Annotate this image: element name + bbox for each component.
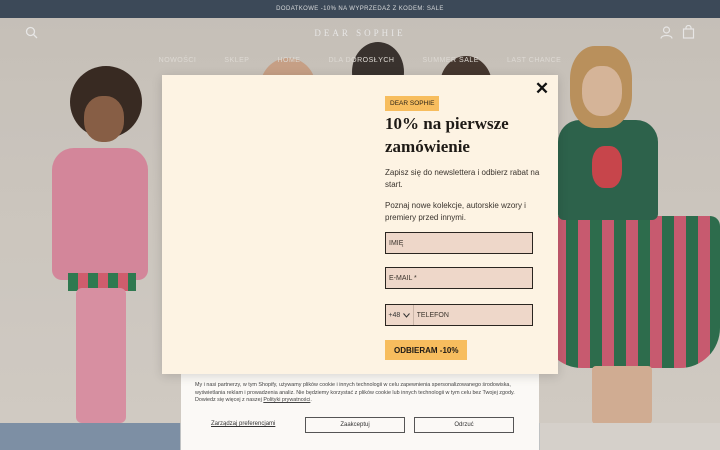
popup-headline: 10% na pierwsze zamówienie: [385, 114, 509, 156]
cookie-body: My i nasi partnerzy, w tym Shopify, używ…: [195, 382, 515, 404]
cookie-banner: ZGODA NA PLIKI COOKIE My i nasi partnerz…: [181, 364, 539, 450]
chevron-down-icon: [403, 312, 411, 318]
manage-preferences-link[interactable]: Zarządzaj preferencjami: [211, 421, 275, 427]
country-code-select[interactable]: +48: [386, 305, 414, 325]
popup-badge: DEAR SOPHIE: [385, 96, 440, 111]
name-field[interactable]: [385, 232, 533, 254]
country-code-value: +48: [388, 311, 401, 319]
submit-button[interactable]: ODBIERAM -10%: [385, 340, 468, 360]
phone-field[interactable]: +48: [385, 304, 533, 326]
close-icon[interactable]: ✕: [534, 80, 550, 97]
privacy-policy-link[interactable]: Polityki prywatności: [263, 397, 310, 403]
popup-text-1: Zapisz się do newslettera i odbierz raba…: [385, 168, 540, 189]
phone-input[interactable]: [413, 305, 532, 325]
email-input[interactable]: [386, 268, 532, 288]
reject-cookies-button[interactable]: Odrzuć: [414, 417, 514, 433]
popup-image-area: [162, 75, 367, 374]
name-input[interactable]: [386, 233, 532, 253]
newsletter-popup: ✕ DEAR SOPHIE 10% na pierwsze zamówienie…: [162, 75, 558, 374]
accept-cookies-button[interactable]: Zaakceptuj: [305, 417, 405, 433]
email-field[interactable]: [385, 267, 533, 289]
cookie-text: My i nasi partnerzy, w tym Shopify, używ…: [195, 382, 515, 404]
popup-text-2: Poznaj nowe kolekcje, autorskie wzory i …: [385, 201, 526, 222]
